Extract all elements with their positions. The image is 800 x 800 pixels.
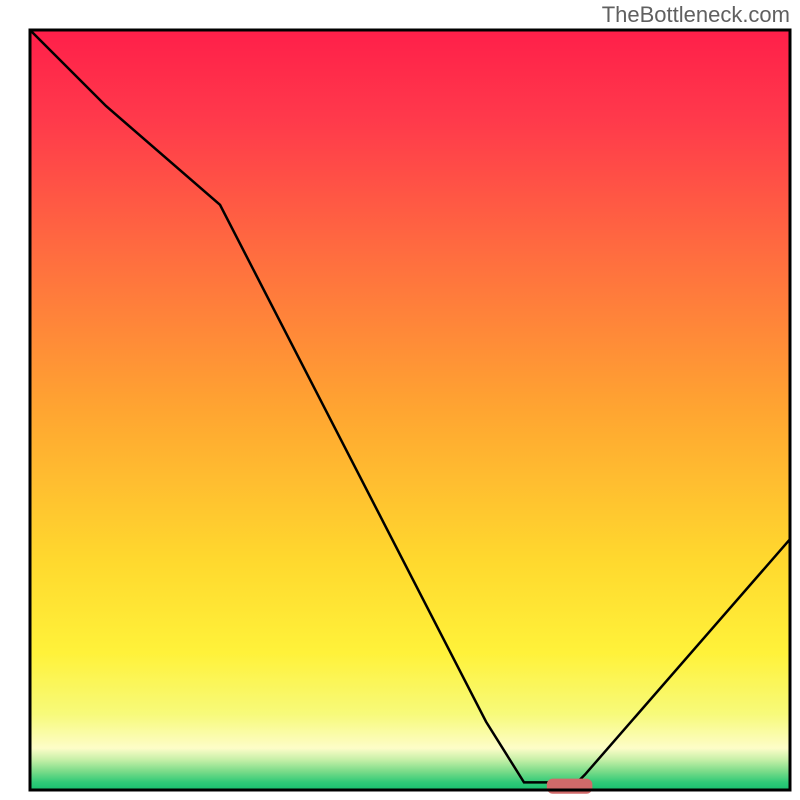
bottleneck-chart xyxy=(0,0,800,800)
optimum-marker xyxy=(547,779,593,794)
plot-area xyxy=(30,30,790,794)
gradient-background xyxy=(30,30,790,790)
chart-container: TheBottleneck.com xyxy=(0,0,800,800)
watermark-label: TheBottleneck.com xyxy=(602,2,790,28)
